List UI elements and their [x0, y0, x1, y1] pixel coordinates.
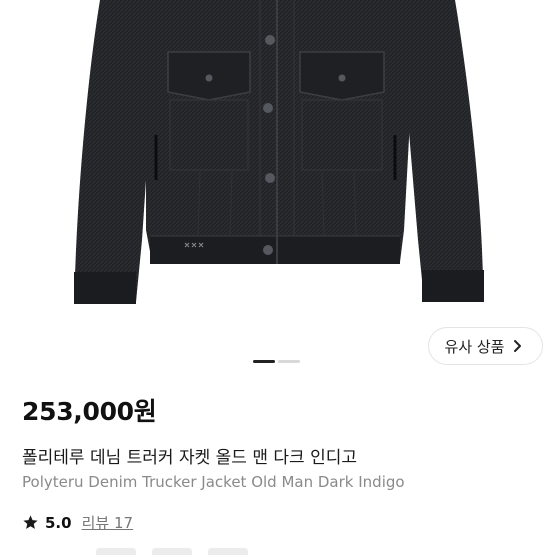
- peek-block: [96, 548, 136, 555]
- similar-products-button[interactable]: 유사 상품: [428, 327, 543, 365]
- next-section-peek: [96, 548, 248, 555]
- product-title-english: Polyteru Denim Trucker Jacket Old Man Da…: [22, 473, 405, 491]
- product-title-korean: 폴리테루 데님 트러커 자켓 올드 맨 다크 인디고: [22, 448, 357, 468]
- rating-value: 5.0: [45, 513, 72, 532]
- star-icon: [23, 515, 38, 529]
- product-price: 253,000원: [22, 397, 157, 426]
- rating-row: 5.0 리뷰 17: [22, 512, 133, 533]
- product-image[interactable]: [0, 0, 555, 345]
- peek-block: [152, 548, 192, 555]
- carousel-dot: [278, 360, 300, 363]
- chevron-right-icon: [514, 340, 522, 352]
- review-count-link[interactable]: 리뷰 17: [82, 512, 133, 533]
- similar-products-label: 유사 상품: [444, 337, 505, 356]
- denim-jacket-image: [74, 0, 484, 304]
- carousel-dot-active: [253, 360, 275, 363]
- carousel-indicator: [253, 360, 300, 363]
- peek-block: [208, 548, 248, 555]
